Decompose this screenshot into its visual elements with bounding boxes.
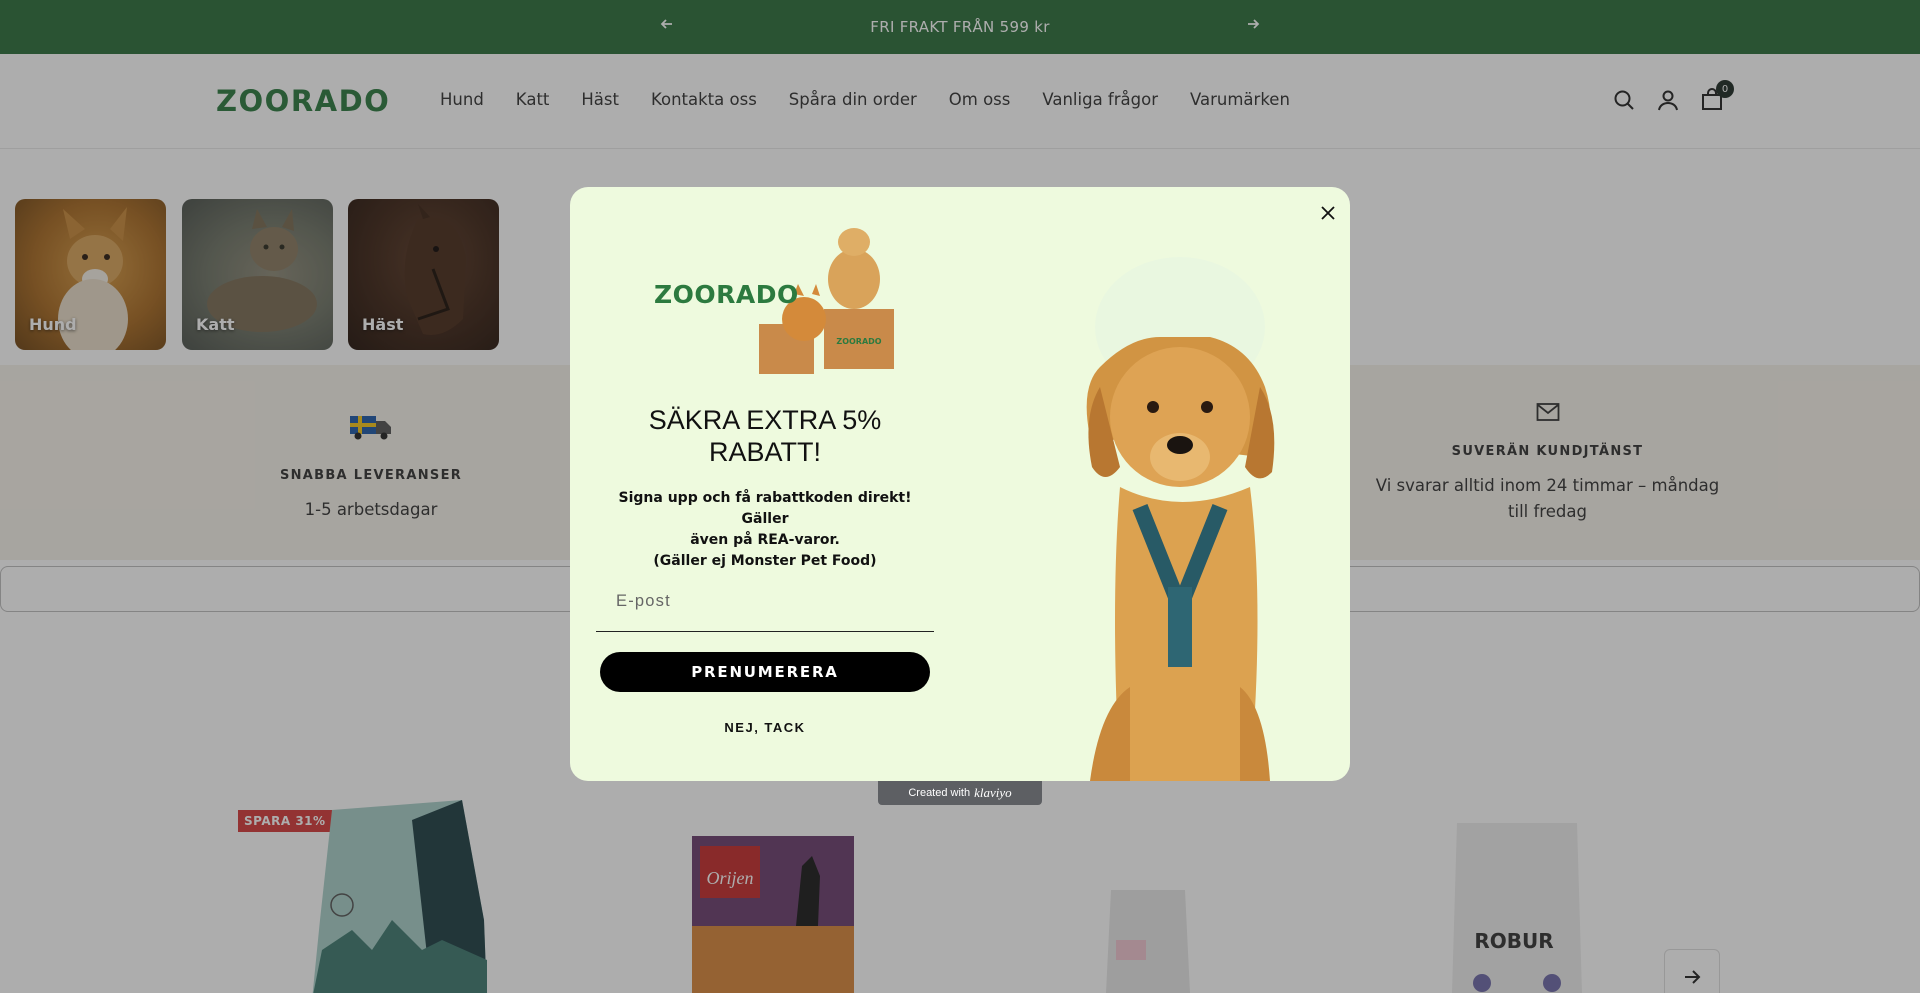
popup-subtext-line1: Signa upp och få rabattkoden direkt! Gäl… bbox=[618, 490, 912, 527]
box-brand-text: ZOORADO bbox=[836, 337, 881, 346]
subscribe-button[interactable]: PRENUMERERA bbox=[600, 652, 930, 692]
popup-headline-line2: RABATT! bbox=[708, 437, 821, 467]
decline-button[interactable]: NEJ, TACK bbox=[600, 720, 930, 735]
popup-logo: ZOORADO bbox=[654, 280, 799, 309]
klaviyo-badge[interactable]: Created with klaviyo bbox=[878, 781, 1042, 805]
popup-subtext-line2: även på REA-varor. bbox=[690, 532, 840, 548]
klaviyo-logo: klaviyo bbox=[974, 785, 1012, 800]
golden-retriever-image bbox=[1086, 257, 1275, 781]
email-field[interactable] bbox=[596, 572, 934, 632]
popup-subtext-line3: (Gäller ej Monster Pet Food) bbox=[653, 553, 877, 569]
popup-subtext: Signa upp och få rabattkoden direkt! Gäl… bbox=[600, 488, 930, 572]
popup-headline-line1: SÄKRA EXTRA 5% bbox=[648, 405, 882, 435]
popup-headline: SÄKRA EXTRA 5% RABATT! bbox=[600, 404, 930, 468]
close-icon[interactable] bbox=[1314, 199, 1342, 227]
klaviyo-prefix: Created with bbox=[908, 787, 971, 799]
